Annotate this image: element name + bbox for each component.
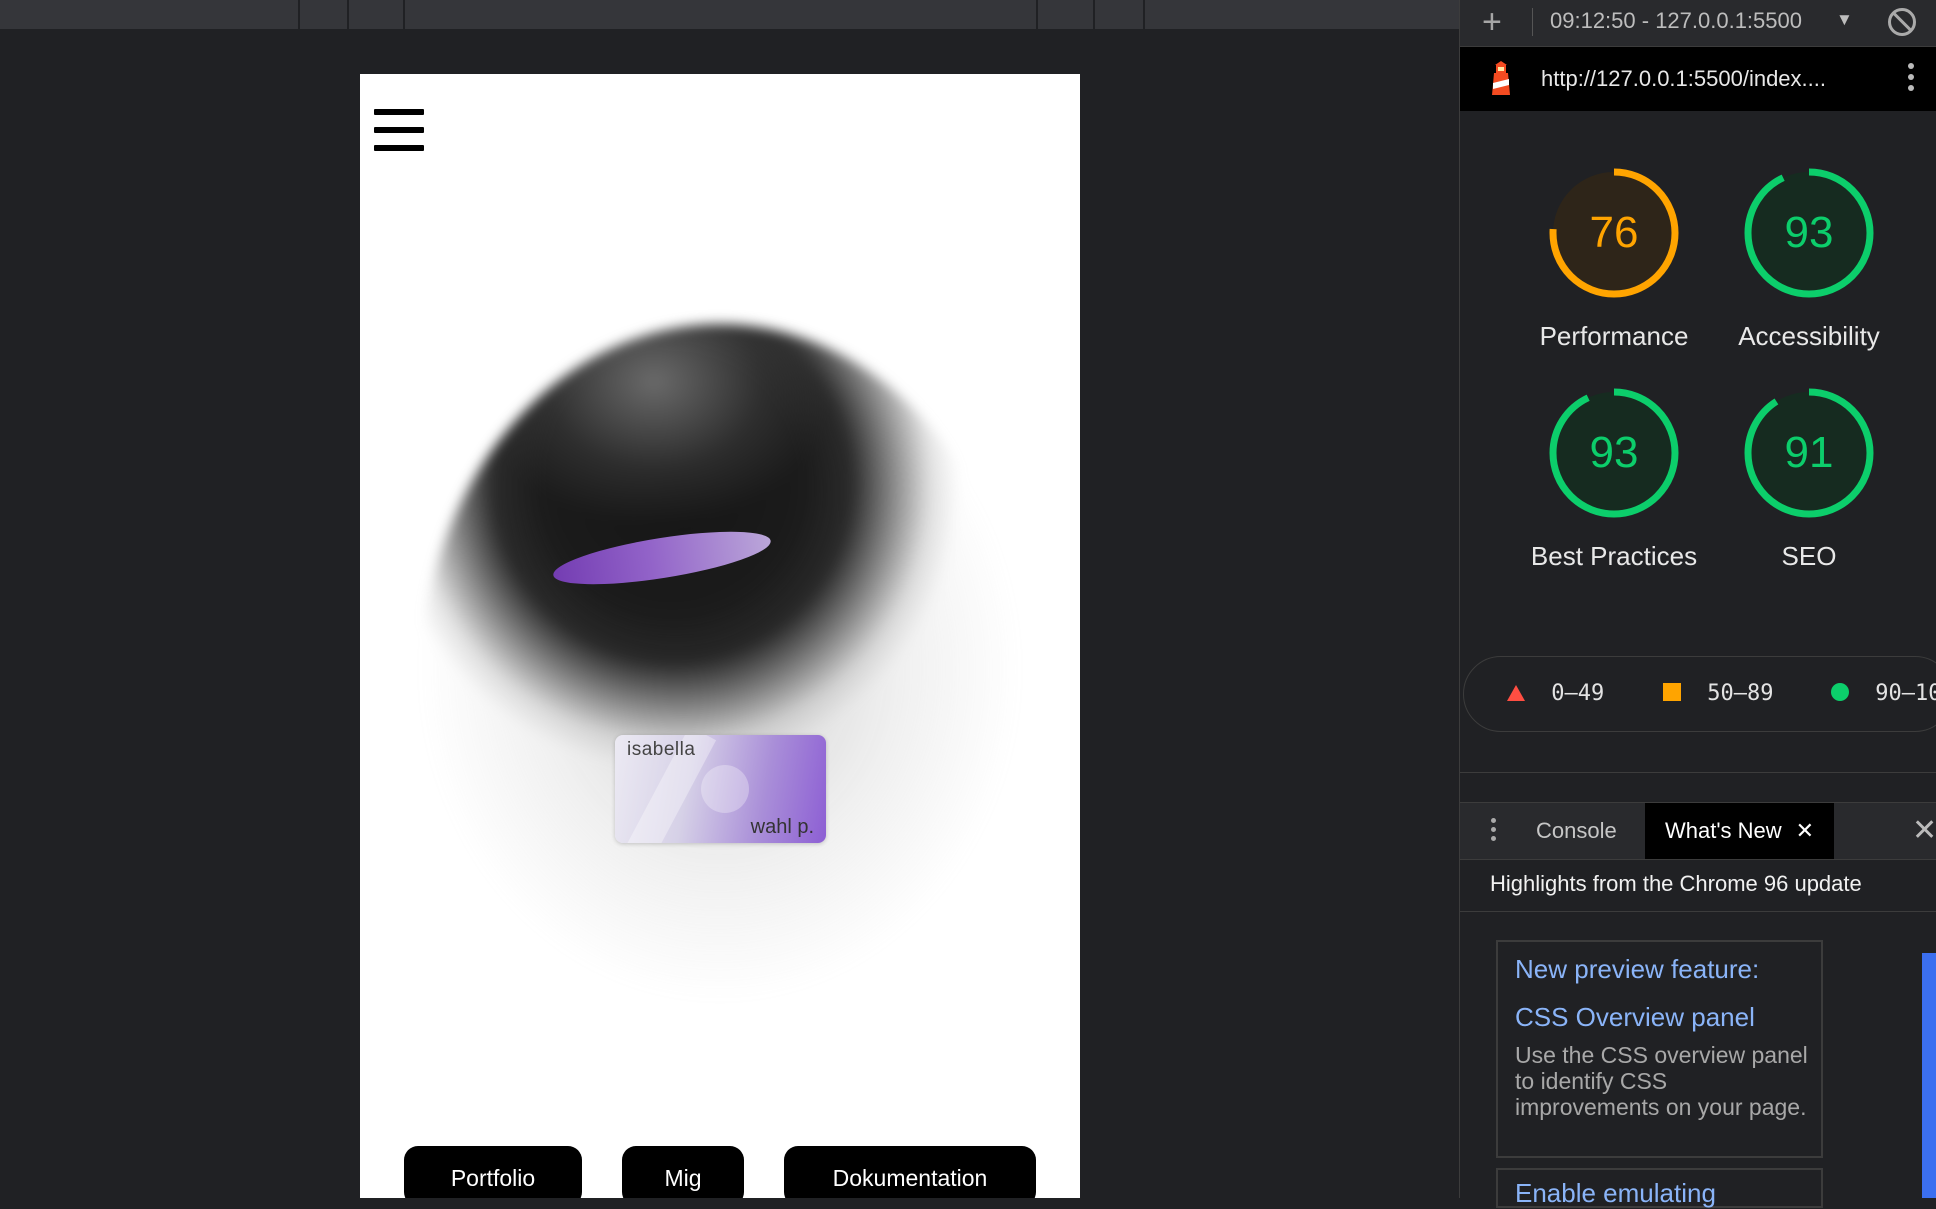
- feature-card: New preview feature: CSS Overview panel …: [1496, 940, 1823, 1158]
- circle-icon: [1831, 683, 1849, 701]
- name-card[interactable]: isabella wahl p.: [615, 735, 826, 843]
- seo-label: SEO: [1781, 541, 1837, 571]
- hero-graphic: isabella wahl p.: [420, 324, 1020, 1044]
- toolbar-divider: [1036, 0, 1038, 29]
- toolbar-divider: [1093, 0, 1095, 29]
- best-practices-gauge[interactable]: 93: [1549, 388, 1679, 518]
- card-last-name: wahl p.: [750, 816, 814, 838]
- lighthouse-icon: [1492, 61, 1510, 95]
- toolbar-divider: [403, 0, 405, 29]
- devtools-panel: + 09:12:50 - 127.0.0.1:5500 ▼ http://127…: [1459, 0, 1936, 1208]
- blurred-sphere: [420, 324, 1020, 1044]
- legend-average: 50–89: [1662, 681, 1773, 706]
- emulation-toolbar: [0, 0, 1459, 29]
- seo-gauge[interactable]: 91: [1744, 388, 1874, 518]
- square-icon: [1663, 683, 1681, 701]
- tab-whats-new[interactable]: What's New ✕: [1645, 803, 1835, 859]
- legend-fail: 0–49: [1506, 681, 1604, 706]
- feature-title-link[interactable]: New preview feature:: [1515, 954, 1759, 985]
- best-practices-label: Best Practices: [1530, 541, 1698, 571]
- highlights-header: Highlights from the Chrome 96 update: [1460, 859, 1936, 912]
- tab-whats-new-label: What's New: [1665, 818, 1782, 843]
- report-url-bar: http://127.0.0.1:5500/index....: [1460, 47, 1936, 111]
- legend-pass: 90–10: [1830, 681, 1936, 706]
- mig-button[interactable]: Mig: [622, 1146, 744, 1198]
- divider: [1460, 772, 1936, 773]
- menu-icon[interactable]: [374, 109, 424, 151]
- accessibility-score: 93: [1784, 208, 1834, 257]
- toolbar-divider: [347, 0, 349, 29]
- drawer-tabbar: Console What's New ✕ ✕: [1460, 802, 1936, 860]
- feature-subtitle-link[interactable]: CSS Overview panel: [1515, 1002, 1755, 1033]
- seo-score: 91: [1784, 428, 1834, 477]
- performance-label: Performance: [1539, 321, 1689, 351]
- performance-score: 76: [1589, 208, 1639, 257]
- new-report-icon[interactable]: +: [1482, 3, 1502, 42]
- dokumentation-button[interactable]: Dokumentation: [784, 1146, 1036, 1198]
- toolbar-divider: [298, 0, 300, 29]
- lighthouse-toolbar: + 09:12:50 - 127.0.0.1:5500 ▼: [1460, 0, 1936, 47]
- close-drawer-icon[interactable]: ✕: [1912, 813, 1936, 848]
- close-tab-icon[interactable]: ✕: [1796, 818, 1814, 843]
- more-options-icon[interactable]: [1908, 63, 1914, 96]
- performance-gauge[interactable]: 76: [1549, 168, 1679, 298]
- card-first-name: isabella: [627, 739, 696, 760]
- toolbar-separator: [1532, 8, 1533, 36]
- best-practices-score: 93: [1589, 428, 1639, 477]
- accessibility-label: Accessibility: [1738, 321, 1880, 351]
- feature-card-2: Enable emulating: [1496, 1168, 1823, 1208]
- triangle-icon: [1507, 685, 1525, 701]
- report-selector[interactable]: 09:12:50 - 127.0.0.1:5500: [1550, 8, 1802, 34]
- tab-console[interactable]: Console: [1536, 803, 1617, 859]
- feature2-title-link[interactable]: Enable emulating: [1515, 1178, 1716, 1209]
- feature-image: [1922, 953, 1936, 1198]
- score-legend: 0–49 50–89 90–10: [1463, 656, 1936, 732]
- chevron-down-icon[interactable]: ▼: [1836, 10, 1853, 30]
- toolbar-divider: [1143, 0, 1145, 29]
- drawer-menu-icon[interactable]: [1491, 818, 1496, 845]
- emulated-page: isabella wahl p. Portfolio Mig Dokumenta…: [360, 74, 1080, 1198]
- feature-description: Use the CSS overview panel to identify C…: [1515, 1042, 1808, 1120]
- clear-icon[interactable]: [1888, 8, 1916, 36]
- highlights-title: Highlights from the Chrome 96 update: [1490, 871, 1862, 896]
- accessibility-gauge[interactable]: 93: [1744, 168, 1874, 298]
- portfolio-button[interactable]: Portfolio: [404, 1146, 582, 1198]
- report-url: http://127.0.0.1:5500/index....: [1541, 66, 1826, 91]
